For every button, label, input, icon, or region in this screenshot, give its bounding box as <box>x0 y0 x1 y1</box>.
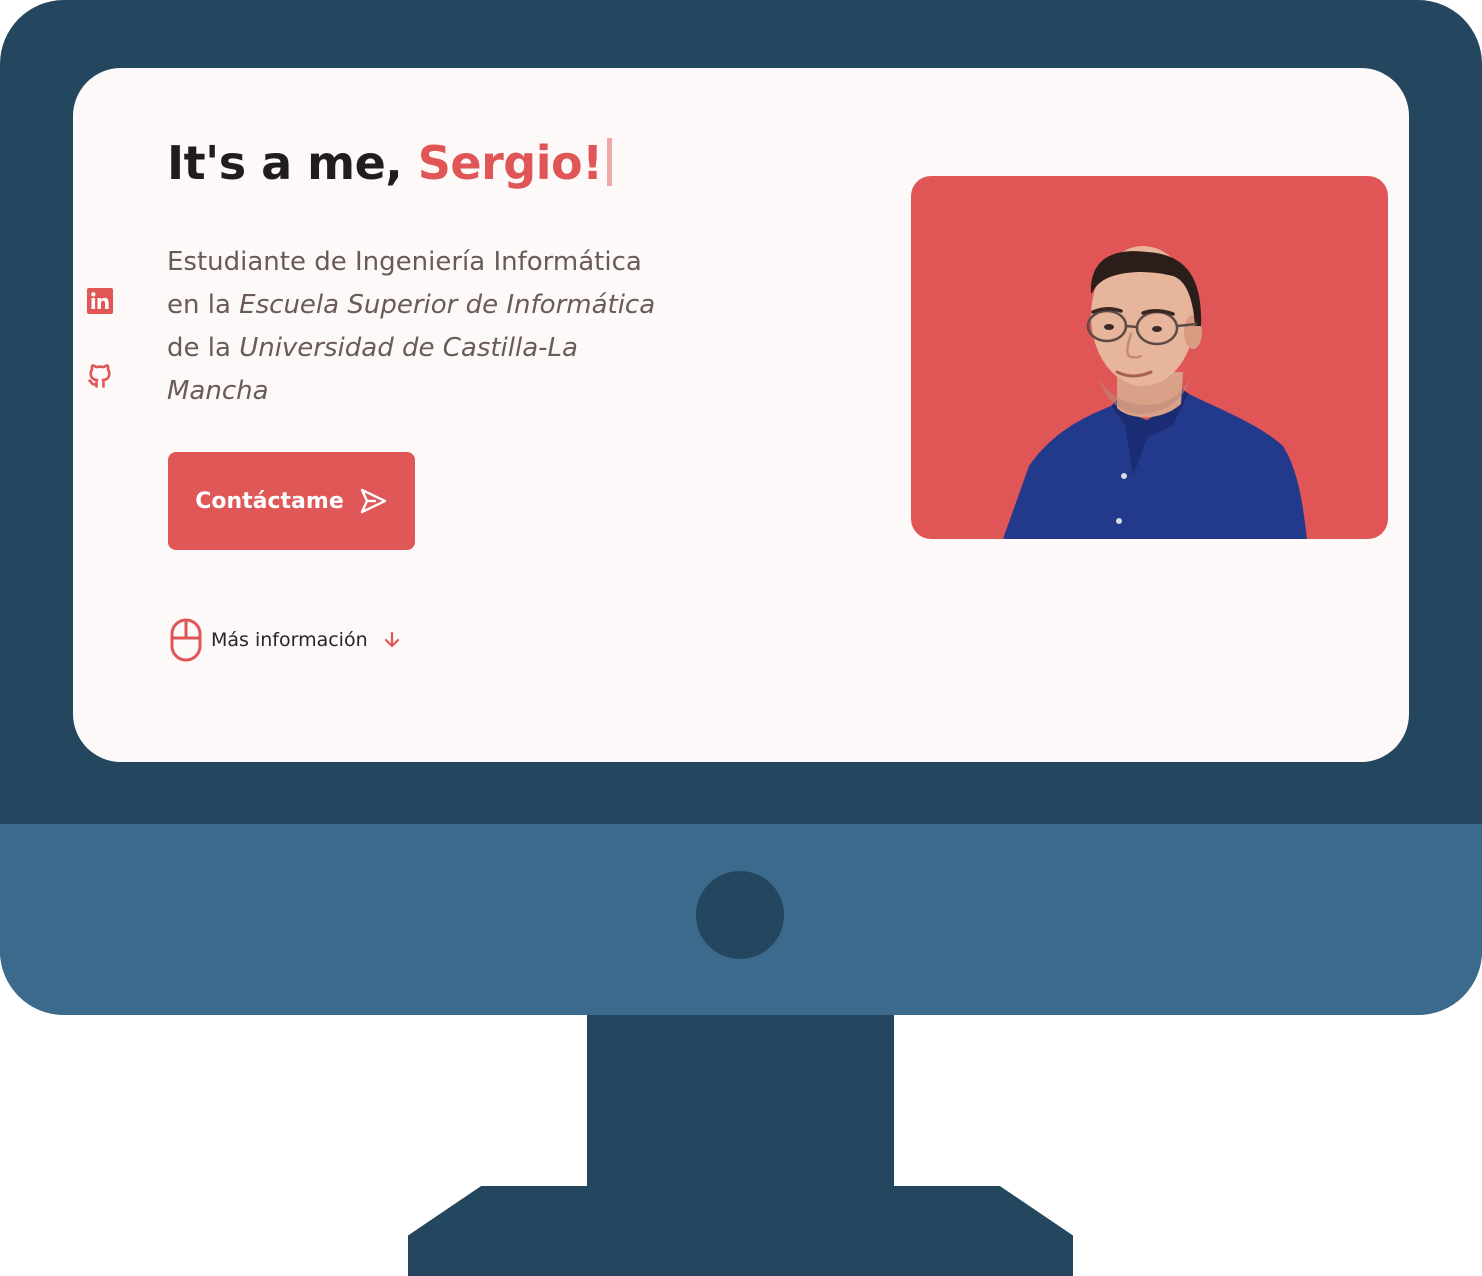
more-info-link[interactable]: Más información <box>169 618 402 662</box>
intro-school: Escuela Superior de Informática <box>239 290 656 320</box>
monitor-stand-base <box>408 1186 1073 1276</box>
monitor-power-dot <box>696 871 784 959</box>
intro-de: de la <box>167 333 240 363</box>
hero-section: It's a me, Sergio! Estudiante de Ingenie… <box>73 68 1409 762</box>
contact-button[interactable]: Contáctame <box>168 452 415 550</box>
monitor-stand-neck <box>587 1015 894 1187</box>
hero-title: It's a me, Sergio! <box>167 130 612 196</box>
arrow-down-icon <box>384 631 399 648</box>
typing-cursor <box>606 138 612 186</box>
send-icon <box>360 488 386 514</box>
hero-name: Sergio! <box>417 136 603 190</box>
contact-button-label: Contáctame <box>195 488 344 514</box>
more-info-label: Más información <box>211 629 368 651</box>
intro-university: Universidad de Castilla-La <box>239 333 578 363</box>
hero-greeting: It's a me, <box>167 136 418 190</box>
github-link[interactable] <box>85 361 115 391</box>
monitor-illustration: It's a me, Sergio! Estudiante de Ingenie… <box>0 0 1482 1276</box>
linkedin-icon <box>87 288 113 314</box>
intro-en: en la <box>167 290 240 320</box>
mouse-icon <box>170 618 202 662</box>
github-icon <box>88 364 111 388</box>
intro-line-1: Estudiante de Ingeniería Informática <box>167 247 642 277</box>
linkedin-link[interactable] <box>85 286 115 316</box>
profile-photo <box>911 176 1388 539</box>
profile-portrait <box>1003 246 1307 539</box>
intro-university-cont: Mancha <box>167 376 269 406</box>
hero-intro: Estudiante de Ingeniería Informática en … <box>167 241 727 413</box>
